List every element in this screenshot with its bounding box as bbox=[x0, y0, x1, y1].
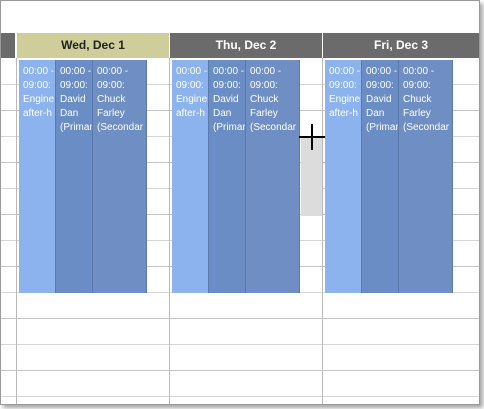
event-time: 00:00 - bbox=[366, 66, 398, 77]
event-time: 00:00 - bbox=[329, 66, 361, 77]
day-header-thu[interactable]: Thu, Dec 2 bbox=[170, 33, 322, 58]
event-chuck-farley[interactable]: 00:00 - 09:00: Chuck Farley (Secondar bbox=[93, 60, 147, 293]
event-engine-afterhours[interactable]: 00:00 - 09:00: Engine after-h bbox=[19, 60, 56, 293]
event-detail: after-h bbox=[329, 108, 358, 119]
event-title: Chuck bbox=[403, 94, 432, 105]
day-header-wed[interactable]: Wed, Dec 1 bbox=[17, 33, 169, 58]
event-detail: Dan bbox=[60, 108, 79, 119]
event-detail: Farley bbox=[250, 108, 278, 119]
day-column-divider bbox=[322, 58, 323, 404]
event-time-end: 09:00: bbox=[60, 80, 88, 91]
grid-row-line bbox=[1, 370, 479, 371]
day-column-divider bbox=[16, 58, 17, 404]
event-title: Engine bbox=[23, 94, 55, 105]
event-detail: Farley bbox=[97, 108, 125, 119]
event-time-end: 09:00: bbox=[176, 80, 204, 91]
event-title: Engine bbox=[329, 94, 361, 105]
event-extra: (Primar bbox=[60, 122, 92, 133]
event-time: 00:00 - bbox=[213, 66, 245, 77]
event-chuck-farley[interactable]: 00:00 - 09:00: Chuck Farley (Secondar bbox=[399, 60, 453, 293]
event-extra: (Secondar bbox=[97, 122, 144, 133]
event-time: 00:00 - bbox=[176, 66, 208, 77]
calendar-week-view: Wed, Dec 1 Thu, Dec 2 Fri, Dec 3 00:00 -… bbox=[0, 0, 480, 405]
event-title: David bbox=[60, 94, 86, 105]
event-david-dan[interactable]: 00:00 - 09:00: David Dan (Primar bbox=[362, 60, 399, 293]
event-time-end: 09:00: bbox=[250, 80, 278, 91]
event-detail: after-h bbox=[176, 108, 205, 119]
event-time: 00:00 - bbox=[403, 66, 435, 77]
event-extra: (Secondar bbox=[250, 122, 297, 133]
event-detail: Dan bbox=[366, 108, 385, 119]
grid-row-line bbox=[1, 344, 479, 345]
event-title: David bbox=[366, 94, 392, 105]
event-title: David bbox=[213, 94, 239, 105]
event-time: 00:00 - bbox=[60, 66, 92, 77]
event-chuck-farley[interactable]: 00:00 - 09:00: Chuck Farley (Secondar bbox=[246, 60, 300, 293]
event-david-dan[interactable]: 00:00 - 09:00: David Dan (Primar bbox=[209, 60, 246, 293]
day-column-divider bbox=[169, 58, 170, 404]
event-time-end: 09:00: bbox=[213, 80, 241, 91]
grid-row-line bbox=[1, 318, 479, 319]
event-time-end: 09:00: bbox=[403, 80, 431, 91]
crosshair-cursor-icon bbox=[299, 124, 325, 150]
day-header-fri[interactable]: Fri, Dec 3 bbox=[323, 33, 479, 58]
event-detail: after-h bbox=[23, 108, 52, 119]
event-title: Engine bbox=[176, 94, 208, 105]
event-time: 00:00 - bbox=[97, 66, 129, 77]
event-engine-afterhours[interactable]: 00:00 - 09:00: Engine after-h bbox=[325, 60, 362, 293]
event-extra: (Primar bbox=[366, 122, 398, 133]
event-time: 00:00 - bbox=[250, 66, 282, 77]
grid-row-line bbox=[1, 396, 479, 397]
event-extra: (Primar bbox=[213, 122, 245, 133]
event-engine-afterhours[interactable]: 00:00 - 09:00: Engine after-h bbox=[172, 60, 209, 293]
event-time-end: 09:00: bbox=[366, 80, 394, 91]
event-time: 00:00 - bbox=[23, 66, 55, 77]
event-time-end: 09:00: bbox=[23, 80, 51, 91]
event-title: Chuck bbox=[97, 94, 126, 105]
time-gutter-header bbox=[1, 33, 15, 58]
event-time-end: 09:00: bbox=[97, 80, 125, 91]
event-title: Chuck bbox=[250, 94, 279, 105]
event-detail: Farley bbox=[403, 108, 431, 119]
event-david-dan[interactable]: 00:00 - 09:00: David Dan (Primar bbox=[56, 60, 93, 293]
event-time-end: 09:00: bbox=[329, 80, 357, 91]
event-detail: Dan bbox=[213, 108, 232, 119]
event-extra: (Secondar bbox=[403, 122, 450, 133]
